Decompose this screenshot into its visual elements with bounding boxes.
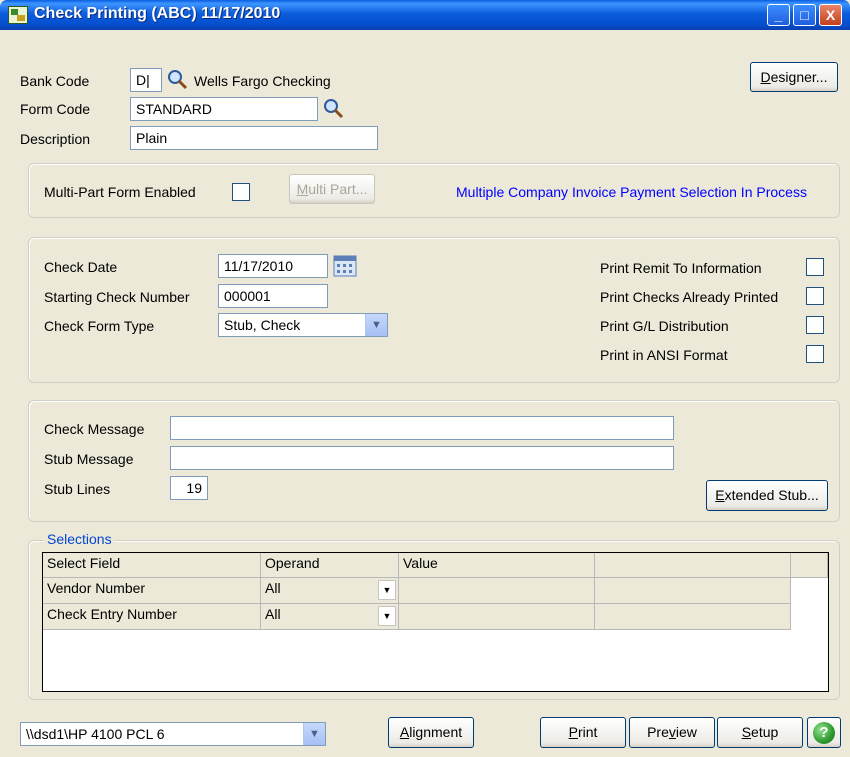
operand-value: All — [265, 606, 281, 622]
window-title: Check Printing (ABC) 11/17/2010 — [34, 5, 281, 22]
print-gl-label: Print G/L Distribution — [600, 318, 729, 334]
multipart-button[interactable]: Multi Part... — [289, 174, 375, 204]
form-code-lookup-icon[interactable] — [322, 97, 344, 119]
designer-accel: D — [760, 69, 771, 85]
stub-message-input[interactable] — [170, 446, 674, 470]
stub-lines-input[interactable]: 19 — [170, 476, 208, 500]
stub-lines-label: Stub Lines — [44, 481, 111, 497]
alignment-button[interactable]: Alignment — [388, 717, 474, 748]
print-label: rint — [577, 724, 598, 740]
column-header-value[interactable]: Value — [399, 553, 595, 578]
description-input[interactable]: Plain — [130, 126, 378, 150]
alignment-label: lignment — [409, 724, 463, 740]
help-icon: ? — [813, 722, 835, 744]
chevron-down-icon[interactable]: ▼ — [365, 314, 387, 336]
print-accel: P — [568, 724, 578, 740]
multipart-label: Multi-Part Form Enabled — [44, 184, 196, 200]
close-button[interactable]: X — [819, 4, 842, 26]
chevron-down-icon[interactable]: ▼ — [378, 580, 396, 600]
print-already-printed-label: Print Checks Already Printed — [600, 289, 779, 305]
print-gl-checkbox[interactable] — [806, 316, 824, 334]
preview-button[interactable]: Preview — [629, 717, 715, 748]
preview-label-b: iew — [675, 724, 697, 740]
check-form-type-select[interactable]: Stub, Check ▼ — [218, 313, 388, 337]
print-remit-label: Print Remit To Information — [600, 260, 762, 276]
preview-label-a: Pre — [647, 724, 669, 740]
alignment-accel: A — [399, 724, 410, 740]
extended-stub-button[interactable]: Extended Stub... — [706, 480, 828, 511]
empty-cell — [595, 604, 791, 630]
bank-code-label: Bank Code — [20, 73, 90, 89]
check-date-label: Check Date — [44, 259, 118, 275]
check-message-input[interactable] — [170, 416, 674, 440]
extended-accel: E — [715, 487, 725, 503]
check-form-type-value: Stub, Check — [224, 317, 301, 333]
table-row[interactable]: Vendor Number — [43, 578, 261, 604]
multi-company-status: Multiple Company Invoice Payment Selecti… — [456, 184, 807, 200]
designer-label: esigner... — [770, 69, 828, 85]
form-code-label: Form Code — [20, 101, 91, 117]
setup-button[interactable]: Setup — [717, 717, 803, 748]
app-icon — [8, 6, 28, 24]
operand-value: All — [265, 580, 281, 596]
value-cell[interactable] — [399, 578, 595, 604]
preview-accel: v — [668, 724, 676, 740]
setup-accel: S — [741, 724, 752, 740]
column-header-spacer — [791, 553, 828, 578]
title-bar[interactable]: Check Printing (ABC) 11/17/2010 _ □ X — [0, 0, 850, 30]
form-code-input[interactable]: STANDARD — [130, 97, 318, 121]
bank-code-input[interactable]: D| — [130, 68, 162, 92]
description-label: Description — [20, 131, 91, 147]
starting-check-label: Starting Check Number — [44, 289, 190, 305]
bank-code-lookup-icon[interactable] — [166, 68, 188, 90]
setup-label: etup — [751, 724, 779, 740]
multipart-accel: M — [296, 181, 309, 197]
multipart-button-label: ulti Part... — [308, 181, 368, 197]
calendar-icon[interactable] — [333, 255, 357, 277]
selections-legend: Selections — [44, 531, 115, 547]
chevron-down-icon[interactable]: ▼ — [303, 723, 325, 745]
print-already-printed-checkbox[interactable] — [806, 287, 824, 305]
selections-grid[interactable]: Select Field Operand Value Vendor Number… — [42, 552, 829, 692]
print-remit-checkbox[interactable] — [806, 258, 824, 276]
help-button[interactable]: ? — [807, 717, 841, 748]
bank-name: Wells Fargo Checking — [194, 73, 331, 89]
value-cell[interactable] — [399, 604, 595, 630]
print-button[interactable]: Print — [540, 717, 626, 748]
multipart-checkbox[interactable] — [232, 183, 250, 201]
printer-value: \\dsd1\HP 4100 PCL 6 — [26, 726, 165, 742]
maximize-button[interactable]: □ — [793, 4, 816, 26]
operand-cell[interactable]: All ▼ — [261, 604, 399, 630]
empty-cell — [595, 578, 791, 604]
column-header-operand[interactable]: Operand — [261, 553, 399, 578]
check-message-label: Check Message — [44, 421, 145, 437]
print-ansi-checkbox[interactable] — [806, 345, 824, 363]
column-header-select-field[interactable]: Select Field — [43, 553, 261, 578]
check-date-input[interactable]: 11/17/2010 — [218, 254, 328, 278]
extended-stub-label: xtended Stub... — [724, 487, 819, 503]
column-header-empty — [595, 553, 791, 578]
chevron-down-icon[interactable]: ▼ — [378, 606, 396, 626]
stub-message-label: Stub Message — [44, 451, 134, 467]
starting-check-input[interactable]: 000001 — [218, 284, 328, 308]
minimize-button[interactable]: _ — [767, 4, 790, 26]
print-ansi-label: Print in ANSI Format — [600, 347, 728, 363]
printer-select[interactable]: \\dsd1\HP 4100 PCL 6 ▼ — [20, 722, 326, 746]
table-row[interactable]: Check Entry Number — [43, 604, 261, 630]
check-form-type-label: Check Form Type — [44, 318, 155, 334]
operand-cell[interactable]: All ▼ — [261, 578, 399, 604]
designer-button[interactable]: Designer... — [750, 62, 838, 92]
